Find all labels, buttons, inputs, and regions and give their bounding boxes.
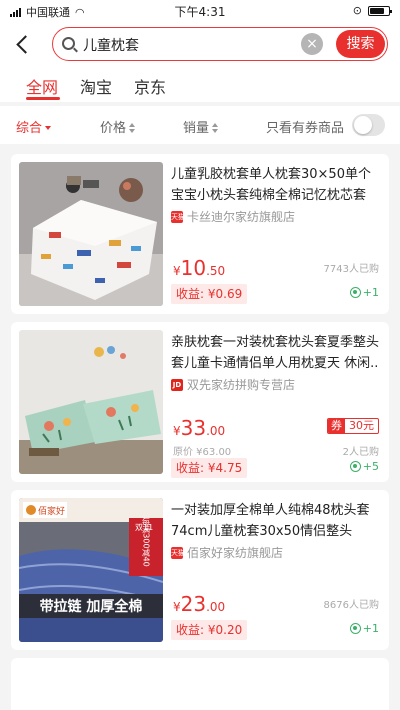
product-card[interactable]: 佰家好 双11 每满300减40 带拉链 加厚全棉 一对装加厚全棉单人纯棉48枕… (11, 490, 389, 650)
search-box[interactable]: 儿童枕套 × 搜索 (52, 27, 388, 61)
clock: 下午4:31 (174, 5, 226, 19)
tab-taobao[interactable]: 淘宝 (80, 74, 112, 98)
search-button[interactable]: 搜索 (336, 30, 385, 58)
platform-tabs: 全网 淘宝 京东 (0, 66, 400, 102)
status-bar: 中国联通 ◠ 下午4:31 ⊙ (0, 0, 400, 22)
coin-icon (349, 287, 361, 298)
sort-sales[interactable]: 销量 (183, 117, 219, 136)
sort-comprehensive-label: 综合 (16, 121, 43, 136)
sort-sales-label: 销量 (183, 121, 210, 136)
sold-count: 2人已购 (342, 447, 379, 458)
product-image[interactable] (19, 330, 163, 474)
coin-icon (349, 461, 361, 472)
product-card[interactable]: 儿童乳胶枕套单人枕套30×50单个宝宝小枕头套纯棉全棉记忆枕芯套 天猫 卡丝迪尔家… (11, 154, 389, 314)
price: ¥23.00 (173, 592, 225, 616)
tab-underline (26, 97, 60, 100)
search-header: 儿童枕套 × 搜索 (0, 22, 400, 66)
pillow-image (19, 330, 163, 474)
pillow-image: 佰家好 双11 每满300减40 带拉链 加厚全棉 (19, 498, 163, 642)
price-decimal: .00 (206, 424, 226, 438)
coupon-amount: 30元 (349, 419, 374, 432)
image-caption: 带拉链 加厚全棉 (40, 598, 143, 615)
sort-comprehensive[interactable]: 综合 (16, 117, 52, 136)
search-icon (62, 37, 75, 50)
battery-fill (370, 7, 385, 14)
price-decimal: .50 (206, 264, 226, 278)
plus-button[interactable]: +1 (349, 622, 379, 635)
product-title[interactable]: 亲肤枕套一对装枕套枕头套夏季整头套儿童卡通情侣单人用枕夏天 休闲.. (171, 332, 379, 374)
earnings-badge: 收益: ¥0.69 (171, 284, 248, 304)
earnings-badge: 收益: ¥0.20 (171, 620, 248, 640)
price-currency: ¥ (173, 600, 181, 614)
tmall-icon: 天猫 (171, 210, 185, 223)
coin-icon (349, 623, 361, 634)
battery-icon (368, 5, 392, 16)
caret-down-icon (45, 126, 52, 130)
price: ¥10.50 (173, 256, 225, 280)
tmall-icon: 天猫 (171, 546, 185, 559)
image-brand: 佰家好 (38, 505, 65, 517)
pillow-image (19, 162, 163, 306)
toggle-knob (354, 116, 372, 134)
sort-bar: 综合 价格 销量 只看有券商品 (0, 106, 400, 144)
product-card[interactable] (11, 658, 389, 710)
plus-button[interactable]: +1 (349, 286, 379, 299)
back-button[interactable] (10, 30, 38, 58)
shop-name[interactable]: 卡丝迪尔家纺旗舰店 (187, 208, 295, 225)
shop-row: 天猫 佰家好家纺旗舰店 (171, 544, 283, 561)
plus-count: +1 (362, 286, 379, 299)
product-title[interactable]: 一对装加厚全棉单人纯棉48枕头套74cm儿童枕套30x50情侣整头40x60 (171, 500, 379, 542)
sold-count: 8676人已购 (323, 600, 379, 611)
jd-icon: JD (171, 378, 183, 391)
coupon-only-toggle[interactable] (352, 114, 385, 136)
original-price: 原价 ¥63.00 (173, 447, 232, 458)
product-image[interactable]: 佰家好 双11 每满300减40 带拉链 加厚全棉 (19, 498, 163, 642)
product-image[interactable] (19, 162, 163, 306)
shop-name[interactable]: 双先家纺拼购专营店 (187, 376, 295, 393)
image-promo: 每满300减40 (142, 516, 151, 566)
clear-button[interactable]: × (301, 33, 323, 55)
price-currency: ¥ (173, 264, 181, 278)
coupon-tag: 券 (328, 419, 345, 433)
rotation-lock-icon: ⊙ (352, 4, 362, 17)
tab-all[interactable]: 全网 (26, 74, 58, 98)
shop-name[interactable]: 佰家好家纺旗舰店 (187, 544, 283, 561)
plus-count: +5 (362, 460, 379, 473)
product-title[interactable]: 儿童乳胶枕套单人枕套30×50单个宝宝小枕头套纯棉全棉记忆枕芯套 (171, 164, 379, 206)
plus-count: +1 (362, 622, 379, 635)
coupon-badge[interactable]: 券 30元 (327, 418, 379, 434)
shop-row: 天猫 卡丝迪尔家纺旗舰店 (171, 208, 295, 225)
plus-button[interactable]: +5 (349, 460, 379, 473)
price-integer: 10 (180, 256, 207, 280)
price: ¥33.00 (173, 416, 225, 440)
sort-price-label: 价格 (100, 121, 127, 136)
sold-count: 7743人已购 (323, 264, 379, 275)
sort-price[interactable]: 价格 (100, 117, 136, 136)
coupon-only-label: 只看有券商品 (266, 121, 345, 136)
price-integer: 23 (180, 592, 207, 616)
sort-arrows-icon (212, 123, 219, 133)
product-card[interactable]: 亲肤枕套一对装枕套枕头套夏季整头套儿童卡通情侣单人用枕夏天 休闲.. JD 双先家… (11, 322, 389, 482)
status-right: ⊙ (352, 4, 392, 17)
price-currency: ¥ (173, 424, 181, 438)
sort-arrows-icon (129, 123, 136, 133)
price-decimal: .00 (206, 600, 226, 614)
earnings-badge: 收益: ¥4.75 (171, 458, 248, 478)
tab-jd[interactable]: 京东 (134, 74, 166, 98)
price-integer: 33 (180, 416, 207, 440)
search-input[interactable]: 儿童枕套 (83, 35, 139, 55)
shop-row: JD 双先家纺拼购专营店 (171, 376, 295, 393)
